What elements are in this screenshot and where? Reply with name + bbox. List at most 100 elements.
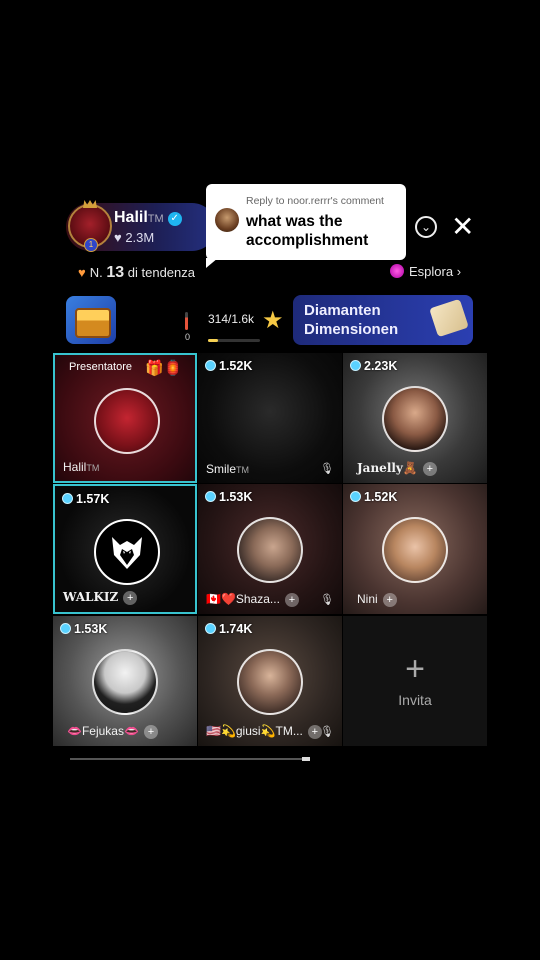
meter-value: 0 <box>185 332 191 342</box>
slot-name-text: Smile <box>206 462 237 476</box>
guest-slot[interactable]: 1.52K SmileTM 🎙 <box>198 353 342 483</box>
guest-slot[interactable]: 1.74K 🇺🇸💫giusi💫TM... + 🎙 <box>198 616 342 746</box>
slot-name: WALKIZ + <box>63 590 138 605</box>
slot-name-text: Halil <box>63 460 87 474</box>
verified-icon: ✓ <box>167 212 182 226</box>
gift-count-value: 1.52K <box>364 490 398 504</box>
coin-icon <box>350 360 361 371</box>
coin-icon <box>62 493 73 504</box>
gift-count-value: 2.23K <box>364 359 398 373</box>
slot-name: Janelly🧸 + <box>357 461 437 476</box>
gift-count: 1.74K <box>205 622 252 636</box>
slot-name: 🇺🇸💫giusi💫TM... + <box>206 724 322 739</box>
chevron-down-circle-icon[interactable]: ⌄ <box>415 216 437 238</box>
invite-slot[interactable]: + Invita <box>343 616 487 746</box>
trend-rank-number: 13 <box>106 264 125 281</box>
heart-icon: ♥ <box>78 265 86 280</box>
slot-name: 🇨🇦❤️Shaza... + <box>206 592 299 607</box>
plus-icon: + <box>405 650 425 688</box>
guest-slot[interactable]: 2.23K Janelly🧸 + <box>343 353 487 483</box>
guest-avatar <box>237 649 303 715</box>
host-tm: TM <box>147 213 164 225</box>
host-avatar[interactable]: 1 <box>68 200 112 252</box>
host-name-text: Halil <box>114 209 148 226</box>
presenter-label: Presentatore <box>69 361 132 373</box>
guest-slot[interactable]: 1.53K 👄Fejukas👄 + <box>53 616 197 746</box>
guest-avatar <box>94 519 160 585</box>
wolf-icon <box>112 537 142 569</box>
event-progress-bar <box>208 339 260 342</box>
gift-count-value: 1.53K <box>219 490 253 504</box>
gift-count: 1.53K <box>205 490 252 504</box>
gift-count-value: 1.53K <box>74 622 108 636</box>
gift-count: 1.53K <box>60 622 107 636</box>
guest-avatar <box>92 649 158 715</box>
gift-count: 1.52K <box>205 359 252 373</box>
invite-label: Invita <box>398 692 432 708</box>
event-progress-fill <box>208 339 219 342</box>
slot-tm: TM <box>236 465 250 475</box>
add-icon[interactable]: + <box>143 725 158 739</box>
close-icon[interactable]: ✕ <box>451 212 474 242</box>
coin-icon <box>205 360 216 371</box>
guest-slot[interactable]: 1.57K WALKIZ + <box>53 484 197 614</box>
guest-grid: Presentatore 🎁🏮 HalilTM 1.52K SmileTM 🎙 … <box>53 353 487 746</box>
guest-avatar <box>237 517 303 583</box>
guest-avatar <box>382 386 448 452</box>
coin-icon <box>205 491 216 502</box>
level-badge: 1 <box>84 238 98 252</box>
slot-name: Nini + <box>357 592 397 607</box>
gift-count-value: 1.74K <box>219 622 253 636</box>
diamond-banner-text: Diamanten Dimensionen <box>304 301 414 339</box>
trend-suffix: di tendenza <box>127 265 195 280</box>
gift-count-value: 1.57K <box>76 492 110 506</box>
guest-slot-host[interactable]: Presentatore 🎁🏮 HalilTM <box>53 353 197 483</box>
guest-slot[interactable]: 1.53K 🇨🇦❤️Shaza... + 🎙 <box>198 484 342 614</box>
slot-tm: TM <box>86 463 100 473</box>
reply-comment-bubble: Reply to noor.rerrr's comment what was t… <box>206 184 406 260</box>
explore-label: Esplora › <box>409 264 462 279</box>
slot-name-text: Janelly🧸 <box>357 461 418 475</box>
commenter-avatar <box>215 208 239 232</box>
thermometer-icon <box>183 312 191 332</box>
add-icon[interactable]: + <box>382 593 397 607</box>
host-name: HalilTM ✓ <box>114 209 182 227</box>
reply-to-label: Reply to noor.rerrr's comment <box>246 195 384 207</box>
diamond-event-banner[interactable]: Diamanten Dimensionen <box>293 295 473 345</box>
coin-icon <box>60 623 71 634</box>
mic-muted-icon: 🎙 <box>320 726 334 738</box>
explore-link[interactable]: Esplora › <box>390 264 461 279</box>
event-progress-text: 314/1.6k <box>208 312 255 326</box>
comment-text: what was the accomplishment <box>246 213 369 249</box>
add-icon[interactable]: + <box>422 462 437 476</box>
diamond-banner-label: Diamanten Dimensionen <box>304 302 399 338</box>
envelope-icon <box>429 298 469 338</box>
star-icon[interactable]: ★ <box>262 306 284 335</box>
coin-icon <box>350 491 361 502</box>
slot-name-text: Nini <box>357 592 378 606</box>
slot-name: HalilTM <box>63 460 99 474</box>
scroll-thumb[interactable] <box>302 757 310 761</box>
mic-muted-icon: 🎙 <box>320 594 334 606</box>
add-icon[interactable]: + <box>284 593 299 607</box>
trend-prefix: N. <box>89 265 103 280</box>
slot-name: SmileTM <box>206 462 249 476</box>
gift-icons: 🎁🏮 <box>145 360 183 377</box>
treasure-chest-icon[interactable] <box>66 296 116 344</box>
slot-name: 👄Fejukas👄 + <box>67 724 158 739</box>
gift-count: 2.23K <box>350 359 397 373</box>
slot-name-text: 🇨🇦❤️Shaza... <box>206 592 280 606</box>
trending-rank[interactable]: ♥ N. 13 di tendenza <box>78 264 195 282</box>
bubble-tail <box>206 258 218 268</box>
host-slot-avatar <box>94 388 160 454</box>
slot-name-text: WALKIZ <box>63 590 119 604</box>
gift-count: 1.57K <box>62 492 109 506</box>
crown-icon <box>83 200 97 208</box>
coin-icon <box>205 623 216 634</box>
host-likes: ♥ 2.3M <box>114 230 155 245</box>
add-icon[interactable]: + <box>123 591 138 605</box>
guest-slot[interactable]: 1.52K Nini + <box>343 484 487 614</box>
explore-icon <box>390 264 404 278</box>
gift-count-value: 1.52K <box>219 359 253 373</box>
mic-muted-icon: 🎙 <box>320 463 334 475</box>
